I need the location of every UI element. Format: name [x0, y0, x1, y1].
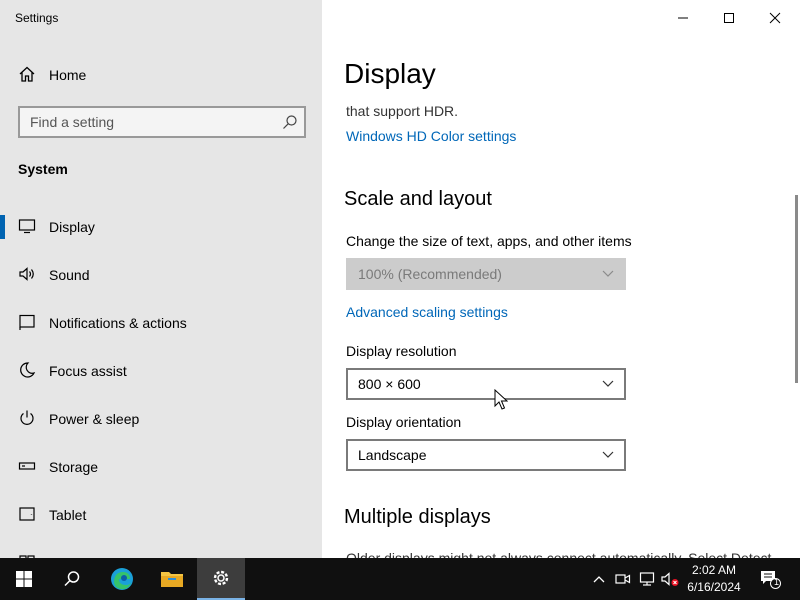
meet-now-icon [615, 574, 631, 584]
clock[interactable]: 2:02 AM 6/16/2024 [680, 562, 748, 596]
search-icon [283, 115, 297, 129]
network-icon [639, 572, 655, 586]
minimize-button[interactable] [660, 2, 706, 34]
monitor-icon [18, 219, 36, 234]
sidebar-item-partial[interactable] [0, 543, 322, 558]
home-icon [19, 66, 35, 82]
tablet-icon [19, 507, 35, 521]
show-hidden-icons-button[interactable] [588, 558, 610, 600]
sidebar-item-notifications[interactable]: Notifications & actions [0, 303, 322, 343]
moon-icon [20, 362, 36, 378]
sidebar-item-storage[interactable]: Storage [0, 447, 322, 487]
sidebar-item-power-sleep[interactable]: Power & sleep [0, 399, 322, 439]
taskbar-file-explorer[interactable] [148, 558, 196, 600]
folder-icon [161, 572, 183, 587]
action-center-button[interactable]: 1 [752, 558, 788, 600]
search-placeholder: Find a setting [30, 114, 115, 130]
scrollbar[interactable] [795, 195, 798, 383]
volume-muted-icon [661, 572, 679, 586]
chevron-up-icon [593, 576, 605, 583]
sidebar-item-label: Tablet [49, 507, 87, 523]
sidebar-item-sound[interactable]: Sound [0, 255, 322, 295]
resolution-label: Display resolution [346, 343, 457, 359]
orientation-label: Display orientation [346, 414, 462, 430]
scale-label: Change the size of text, apps, and other… [346, 233, 632, 249]
mouse-cursor-icon [494, 389, 508, 410]
sidebar-item-label: Power & sleep [49, 411, 140, 427]
close-button[interactable] [752, 2, 798, 34]
orientation-dropdown[interactable]: Landscape [346, 439, 626, 471]
page-title: Display [344, 58, 436, 89]
sidebar-home[interactable]: Home [0, 55, 322, 95]
sidebar: Settings Home Find a setting System Disp… [0, 0, 322, 558]
notification-count: 1 [774, 577, 780, 587]
storage-icon [18, 462, 36, 470]
sidebar-home-label: Home [49, 67, 87, 83]
sidebar-item-label: Focus assist [49, 363, 127, 379]
search-icon [64, 571, 80, 587]
close-icon [769, 12, 781, 24]
scale-layout-heading: Scale and layout [344, 188, 492, 210]
search-input[interactable]: Find a setting [18, 106, 306, 138]
scale-value: 100% (Recommended) [358, 266, 502, 282]
sidebar-item-label: Sound [49, 267, 90, 283]
maximize-button[interactable] [706, 2, 752, 34]
resolution-value: 800 × 600 [358, 376, 421, 392]
taskbar-settings[interactable] [197, 558, 245, 600]
volume-button[interactable] [659, 558, 681, 600]
sidebar-item-display[interactable]: Display [0, 207, 322, 247]
hdr-description: that support HDR. [346, 103, 459, 119]
advanced-scaling-link[interactable]: Advanced scaling settings [346, 304, 508, 320]
edge-icon [111, 568, 133, 590]
sidebar-item-tablet[interactable]: Tablet [0, 495, 322, 535]
start-button[interactable] [0, 558, 48, 600]
windows-hd-color-link[interactable]: Windows HD Color settings [346, 128, 516, 144]
app-title: Settings [15, 11, 59, 25]
sidebar-item-focus-assist[interactable]: Focus assist [0, 351, 322, 391]
settings-window: Settings Home Find a setting System Disp… [0, 0, 800, 558]
speaker-icon [19, 267, 34, 281]
clock-time: 2:02 AM [691, 563, 737, 577]
taskbar-edge[interactable] [98, 558, 146, 600]
minimize-icon [678, 17, 688, 19]
power-icon [20, 410, 34, 425]
clock-date: 6/16/2024 [687, 580, 741, 594]
windows-logo-icon [16, 571, 32, 587]
taskbar-search-button[interactable] [48, 558, 96, 600]
multiple-displays-description: Older displays might not always connect … [346, 550, 772, 558]
taskbar: 2:02 AM 6/16/2024 1 [0, 558, 800, 600]
network-button[interactable] [636, 558, 658, 600]
maximize-icon [724, 13, 734, 23]
gear-icon [213, 570, 229, 586]
sidebar-item-label: Storage [49, 459, 99, 475]
meet-now-button[interactable] [612, 558, 634, 600]
sidebar-item-label: Display [49, 219, 95, 235]
sidebar-item-label: Notifications & actions [49, 315, 187, 331]
resolution-dropdown[interactable]: 800 × 600 [346, 368, 626, 400]
chevron-down-icon [602, 380, 614, 387]
chevron-down-icon [602, 451, 614, 458]
scale-dropdown[interactable]: 100% (Recommended) [346, 258, 626, 290]
orientation-value: Landscape [358, 447, 427, 463]
chevron-down-icon [602, 270, 614, 277]
multiple-displays-heading: Multiple displays [344, 506, 491, 528]
content-pane: Display that support HDR. Windows HD Col… [322, 0, 800, 558]
notifications-icon [19, 314, 35, 330]
section-title: System [18, 161, 68, 177]
